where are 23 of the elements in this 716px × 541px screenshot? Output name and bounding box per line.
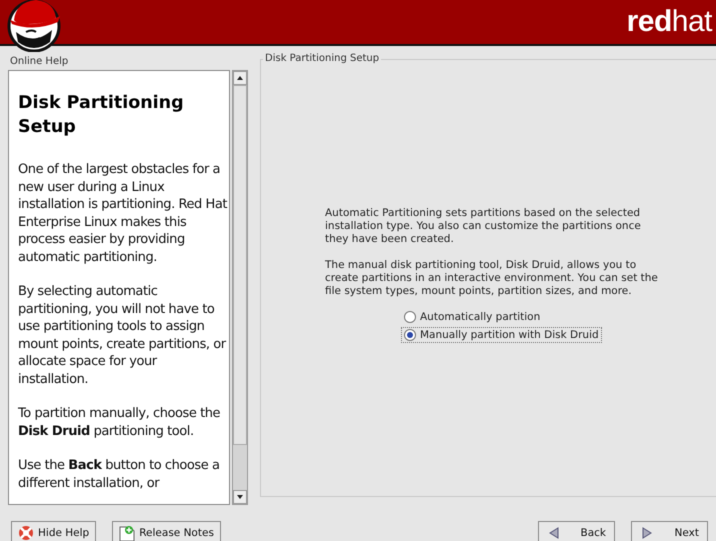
- next-button[interactable]: Next: [631, 521, 708, 541]
- lifebuoy-icon: [18, 525, 34, 541]
- notes-button[interactable]: Release Notes: [112, 521, 221, 541]
- right-arrow-icon: [642, 527, 652, 539]
- help-button[interactable]: Hide Help: [11, 521, 96, 541]
- wordmark: redhat: [626, 5, 712, 39]
- down-arrow-icon[interactable]: [237, 495, 243, 499]
- left-arrow-icon: [549, 527, 559, 539]
- help-paragraph: By selecting automatic partitioning, you will not have to use partitioning tools to assign mount points, create partitions, or allocate space for your installation.: [18, 283, 228, 388]
- help-paragraph: One of the largest obstacles for a new user during a Linux installation is partitioning. Red Hat Enterprise Linux makes this process easier by providing automatic partitioning.: [18, 161, 228, 266]
- up-arrow-icon[interactable]: [237, 76, 243, 80]
- scrollbar[interactable]: [232, 70, 248, 505]
- help-paragraph: Use the Back button to choose a different installation, or: [18, 457, 220, 492]
- document-add-icon: [119, 524, 136, 541]
- panel-title: Disk Partitioning Setup: [263, 53, 382, 64]
- description-text: The manual disk partitioning tool, Disk Druid, allows you to create partitions in an interactive environment. You can set the file system types, mount points, partition sizes, and more.: [325, 259, 659, 298]
- description-text: Automatic Partitioning sets partitions based on the selected installation type. You also can customize the partitions once they have been created.: [325, 207, 642, 246]
- radio-option[interactable]: Manually partition with Disk Druid: [401, 327, 602, 343]
- help-paragraph: To partition manually, choose the Disk Druid partitioning tool.: [18, 405, 222, 440]
- radio-option[interactable]: Automatically partition: [401, 309, 544, 325]
- pane-label: Online Help: [10, 56, 70, 67]
- back-button[interactable]: Back: [538, 521, 615, 541]
- help-title: Disk Partitioning Setup: [18, 92, 185, 139]
